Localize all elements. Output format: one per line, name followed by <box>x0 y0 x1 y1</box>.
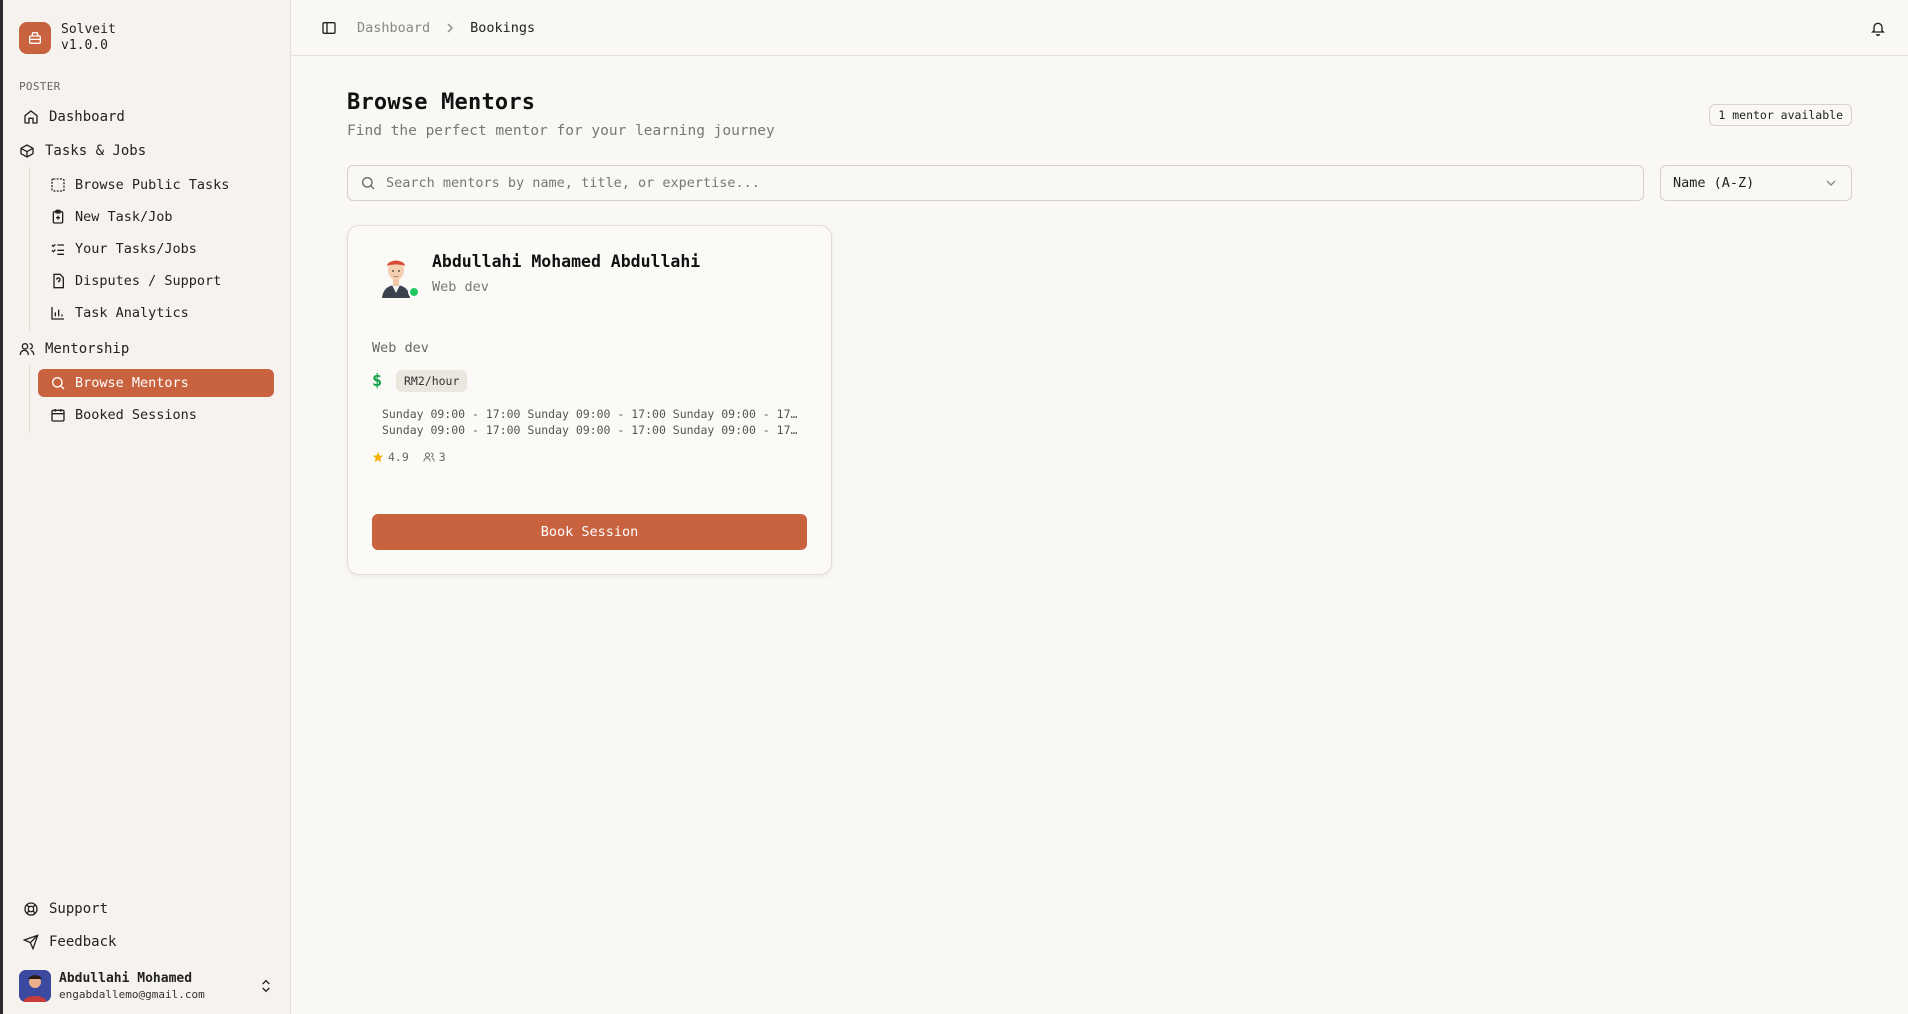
sidebar-group-mentorship[interactable]: Mentorship <box>11 334 282 364</box>
sidebar-item-label: Booked Sessions <box>75 407 197 423</box>
sidebar-item-label: New Task/Job <box>75 209 173 225</box>
sidebar-toggle-icon[interactable] <box>321 20 337 36</box>
mentor-name: Abdullahi Mohamed Abdullahi <box>432 252 701 271</box>
sidebar-item-browse-public-tasks[interactable]: Browse Public Tasks <box>38 171 274 199</box>
mentor-bio: Web dev <box>372 340 429 356</box>
breadcrumb-dashboard[interactable]: Dashboard <box>357 20 430 36</box>
students-stat: 3 <box>423 450 446 464</box>
sort-value: Name (A-Z) <box>1673 175 1755 191</box>
sidebar-item-task-analytics[interactable]: Task Analytics <box>38 299 274 327</box>
sidebar-item-support[interactable]: Support <box>11 894 282 924</box>
chevrons-up-down-icon <box>258 978 274 994</box>
sidebar-item-label: Feedback <box>49 934 117 950</box>
brand-header[interactable]: Solveit v1.0.0 <box>3 0 290 62</box>
rating-stat: 4.9 <box>372 450 409 464</box>
page-title: Browse Mentors <box>347 90 536 115</box>
main-content: Dashboard Bookings Browse Mentors Find t… <box>291 0 1908 1014</box>
sidebar-item-feedback[interactable]: Feedback <box>11 927 282 957</box>
sidebar-item-label: Your Tasks/Jobs <box>75 241 197 257</box>
sidebar-item-label: Task Analytics <box>75 305 189 321</box>
mentor-schedule: Sunday 09:00 - 17:00 Sunday 09:00 - 17:0… <box>372 406 800 438</box>
breadcrumb-bookings: Bookings <box>470 19 536 36</box>
user-menu[interactable]: Abdullahi Mohamed engabdallemo@gmail.com <box>3 960 290 1014</box>
students-count: 3 <box>438 450 446 464</box>
sidebar-item-label: Support <box>49 901 109 917</box>
sidebar-group-tasks[interactable]: Tasks & Jobs <box>11 136 282 166</box>
page-subtitle: Find the perfect mentor for your learnin… <box>347 123 775 139</box>
search-icon <box>50 375 66 391</box>
users-icon <box>423 452 435 462</box>
status-badge: 1 mentor available <box>1709 104 1852 126</box>
mentor-card: Abdullahi Mohamed Abdullahi Web dev Web … <box>347 225 832 575</box>
topbar: Dashboard Bookings <box>291 0 1908 56</box>
file-question-icon <box>50 273 66 289</box>
list-checks-icon <box>50 241 66 257</box>
sidebar-item-label: Disputes / Support <box>75 273 222 289</box>
app-name: Solveit <box>61 22 116 37</box>
mentor-avatar <box>372 250 420 298</box>
package-icon <box>19 143 35 159</box>
sidebar: Solveit v1.0.0 POSTER Dashboard Tasks & … <box>3 0 291 1014</box>
dollar-icon: $ <box>372 371 383 391</box>
sidebar-item-label: Browse Public Tasks <box>75 177 230 193</box>
rate-badge: RM2/hour <box>396 370 468 392</box>
online-status-dot <box>408 286 420 298</box>
sidebar-item-browse-mentors[interactable]: Browse Mentors <box>38 369 274 397</box>
user-name: Abdullahi Mohamed <box>59 970 193 986</box>
bar-chart-icon <box>50 305 66 321</box>
dashed-select-icon <box>50 177 66 193</box>
schedule-line: Sunday 09:00 - 17:00 Sunday 09:00 - 17:0… <box>382 407 800 421</box>
chevron-down-icon <box>1823 175 1839 191</box>
sidebar-item-your-tasks[interactable]: Your Tasks/Jobs <box>38 235 274 263</box>
user-email: engabdallemo@gmail.com <box>59 987 205 1001</box>
search-icon <box>360 175 376 191</box>
users-icon <box>19 341 35 357</box>
star-icon <box>373 452 383 462</box>
sidebar-item-booked-sessions[interactable]: Booked Sessions <box>38 401 274 429</box>
app-logo <box>19 22 51 54</box>
breadcrumb: Dashboard Bookings <box>357 20 535 36</box>
sidebar-group-label: Mentorship <box>45 341 130 357</box>
rating-value: 4.9 <box>388 450 409 464</box>
book-session-button[interactable]: Book Session <box>372 514 807 550</box>
chevron-right-icon <box>442 20 458 36</box>
send-icon <box>23 934 39 950</box>
sidebar-section-label: POSTER <box>19 80 61 93</box>
sort-select[interactable]: Name (A-Z) <box>1660 165 1852 201</box>
bell-icon[interactable] <box>1870 20 1886 36</box>
search-box[interactable] <box>347 165 1644 201</box>
sidebar-item-label: Browse Mentors <box>75 375 189 391</box>
sidebar-item-new-task[interactable]: New Task/Job <box>38 203 274 231</box>
sidebar-item-dashboard[interactable]: Dashboard <box>11 103 282 131</box>
search-input[interactable] <box>386 175 1631 191</box>
sidebar-group-label: Tasks & Jobs <box>45 143 147 159</box>
clipboard-plus-icon <box>50 209 66 225</box>
calendar-icon <box>50 407 66 423</box>
mentor-title: Web dev <box>432 279 489 295</box>
home-icon <box>23 109 39 125</box>
avatar <box>19 970 51 1002</box>
sidebar-item-label: Dashboard <box>49 109 125 125</box>
sidebar-item-disputes[interactable]: Disputes / Support <box>38 267 274 295</box>
app-version: v1.0.0 <box>61 38 108 53</box>
life-buoy-icon <box>23 901 39 917</box>
schedule-line: Sunday 09:00 - 17:00 Sunday 09:00 - 17:0… <box>382 423 800 437</box>
